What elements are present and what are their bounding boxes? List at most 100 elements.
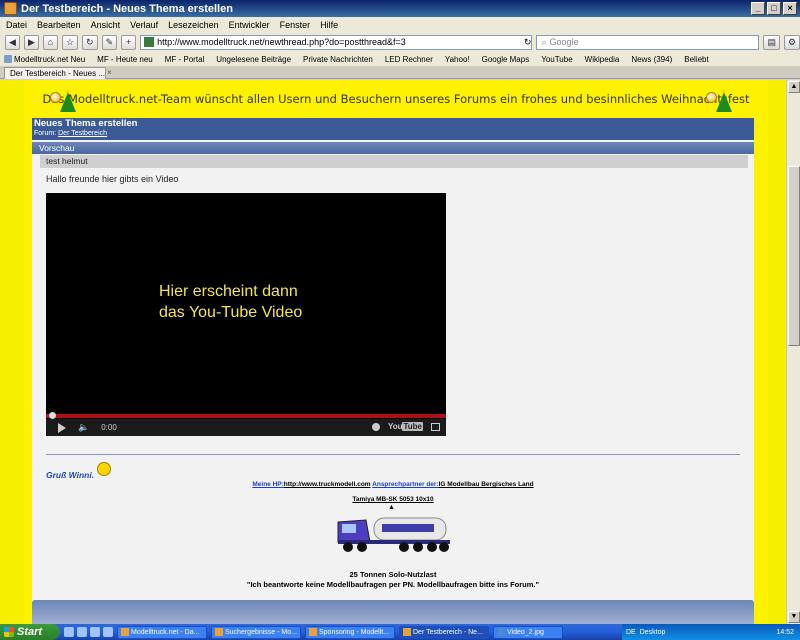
signature-greeting: Gruß Winni. [46, 462, 112, 482]
desktop-toolbar[interactable]: Desktop [640, 629, 666, 636]
gear-icon[interactable]: ⚙ [783, 34, 800, 50]
post-container: Neues Thema erstellen Forum: Der Testber… [32, 118, 754, 624]
bookmark-item[interactable]: Modelltruck.net Neu [4, 55, 85, 64]
homepage-label: Meine HP: [252, 481, 284, 488]
bookmark-item[interactable]: YouTube [541, 55, 572, 64]
play-icon[interactable] [58, 422, 66, 433]
menu-datei[interactable]: Datei [6, 20, 27, 30]
quick-launch [64, 627, 113, 637]
menu-ansicht[interactable]: Ansicht [91, 20, 121, 30]
forum-link[interactable]: Der Testbereich [58, 130, 107, 137]
taskbar-item[interactable]: Sponsoring - Modellt... [305, 625, 395, 639]
quicklaunch-icon[interactable] [90, 627, 100, 637]
tab-strip: Der Testbereich - Neues ... × [0, 66, 800, 79]
app-icon [4, 2, 17, 15]
taskbar-item[interactable]: Suchergebnisse - Mo... [211, 625, 301, 639]
bookmark-item[interactable]: LED Rechner [385, 55, 433, 64]
menu-fenster[interactable]: Fenster [280, 20, 311, 30]
christmas-tree-icon: ★ [50, 88, 78, 116]
video-controls: 🔈 0:00 YouTube [46, 419, 446, 436]
bookmark-item[interactable]: Beliebt [684, 55, 708, 64]
back-button[interactable]: ◀ [5, 34, 20, 50]
breadcrumb: Forum: Der Testbereich [34, 130, 108, 137]
youtube-logo[interactable]: YouTube [388, 422, 423, 431]
page-menu-icon[interactable]: ▤ [763, 34, 780, 50]
partner-link[interactable]: IG Modellbau Bergisches Land [439, 481, 534, 488]
close-button[interactable]: × [783, 2, 797, 15]
edit-icon[interactable]: ✎ [101, 34, 118, 50]
fullscreen-icon[interactable] [431, 422, 440, 431]
bookmark-item[interactable]: Wikipedia [585, 55, 620, 64]
tab-testbereich[interactable]: Der Testbereich - Neues ... [4, 67, 106, 79]
new-tab-button[interactable]: + [121, 34, 137, 50]
menu-bearbeiten[interactable]: Bearbeiten [37, 20, 81, 30]
post-subject: test helmut [40, 155, 748, 168]
scroll-thumb[interactable] [788, 166, 800, 346]
christmas-tree-icon: ★ [706, 88, 734, 116]
close-tab-icon[interactable]: × [107, 68, 112, 77]
next-section-header [32, 600, 754, 624]
url-text[interactable]: http://www.modelltruck.net/newthread.php… [157, 37, 524, 47]
home-icon[interactable]: ⌂ [43, 34, 58, 50]
banner-text: Das Modelltruck.net-Team wünscht allen U… [42, 92, 750, 106]
site-favicon [144, 37, 155, 47]
url-bar[interactable]: http://www.modelltruck.net/newthread.php… [140, 34, 533, 50]
menu-entwickler[interactable]: Entwickler [229, 20, 270, 30]
forward-button[interactable]: ▶ [24, 34, 39, 50]
christmas-banner: Das Modelltruck.net-Team wünscht allen U… [24, 80, 768, 118]
forum-page: Das Modelltruck.net-Team wünscht allen U… [24, 80, 768, 624]
volume-icon[interactable]: 🔈 [78, 422, 89, 433]
scroll-down-icon[interactable]: ▼ [788, 611, 800, 623]
menu-verlauf[interactable]: Verlauf [130, 20, 158, 30]
video-time: 0:00 [101, 423, 117, 432]
maximize-button[interactable]: □ [767, 2, 781, 15]
bookmark-item[interactable]: Ungelesene Beiträge [216, 55, 291, 64]
quicklaunch-icon[interactable] [64, 627, 74, 637]
taskbar: Start Modelltruck.net - Da... Suchergebn… [0, 624, 800, 640]
system-tray: DE Desktop 14:52 [622, 624, 800, 640]
bookmark-icon [4, 55, 12, 63]
taskbar-item[interactable]: Modelltruck.net - Da... [117, 625, 207, 639]
signature-load: 25 Tonnen Solo-Nutzlast [349, 570, 437, 579]
post-body: Hallo freunde hier gibts ein Video [46, 174, 179, 184]
bookmark-item[interactable]: Private Nachrichten [303, 55, 373, 64]
reload-button[interactable]: ↻ [82, 34, 98, 50]
youtube-video-player[interactable]: Hier erscheint dann das You-Tube Video 🔈… [46, 193, 446, 436]
menu-hilfe[interactable]: Hilfe [320, 20, 338, 30]
thread-title: Neues Thema erstellen [34, 118, 138, 129]
bookmark-item[interactable]: News (394) [631, 55, 672, 64]
clock: 14:52 [776, 628, 794, 636]
video-scrubber-handle[interactable] [49, 412, 56, 419]
bookmarks-bar: Modelltruck.net Neu MF - Heute neu MF - … [0, 52, 800, 66]
video-progress-bar[interactable] [46, 414, 446, 418]
taskbar-item-active[interactable]: Der Testbereich - Ne... [399, 625, 489, 639]
signature-divider [46, 454, 740, 455]
bookmark-item[interactable]: Yahoo! [445, 55, 470, 64]
windows-logo-icon [4, 627, 14, 637]
signature-line-homepage: Meine HP:http://www.truckmodell.com Ansp… [32, 481, 754, 488]
truck-image [337, 517, 450, 552]
video-placeholder-text: Hier erscheint dann das You-Tube Video [159, 283, 303, 321]
bookmark-item[interactable]: MF - Portal [165, 55, 205, 64]
window-titlebar: Der Testbereich - Neues Thema erstellen … [0, 0, 800, 17]
search-input[interactable]: ⌕ Google [536, 34, 760, 50]
bookmark-item[interactable]: Google Maps [482, 55, 530, 64]
minimize-button[interactable]: _ [751, 2, 765, 15]
quicklaunch-icon[interactable] [77, 627, 87, 637]
taskbar-item[interactable]: Video_2.jpg [493, 625, 563, 639]
menu-lesezeichen[interactable]: Lesezeichen [168, 20, 219, 30]
info-icon[interactable] [371, 422, 380, 431]
homepage-link[interactable]: http://www.truckmodell.com [284, 481, 371, 488]
vertical-scrollbar[interactable]: ▲ ▼ [786, 80, 800, 624]
arrow-icon: ▲ [388, 504, 395, 511]
bookmark-item[interactable]: MF - Heute neu [97, 55, 153, 64]
language-indicator[interactable]: DE [626, 629, 636, 636]
start-button[interactable]: Start [0, 624, 60, 640]
navigation-toolbar: ◀ ▶ ⌂ ☆ ↻ ✎ + http://www.modelltruck.net… [0, 32, 800, 52]
reload-icon[interactable]: ↻ [524, 37, 532, 48]
quicklaunch-icon[interactable] [103, 627, 113, 637]
bookmark-icon[interactable]: ☆ [62, 34, 79, 50]
thread-header: Neues Thema erstellen Forum: Der Testber… [32, 118, 754, 140]
preview-header: Vorschau [32, 142, 754, 154]
scroll-up-icon[interactable]: ▲ [788, 81, 800, 93]
